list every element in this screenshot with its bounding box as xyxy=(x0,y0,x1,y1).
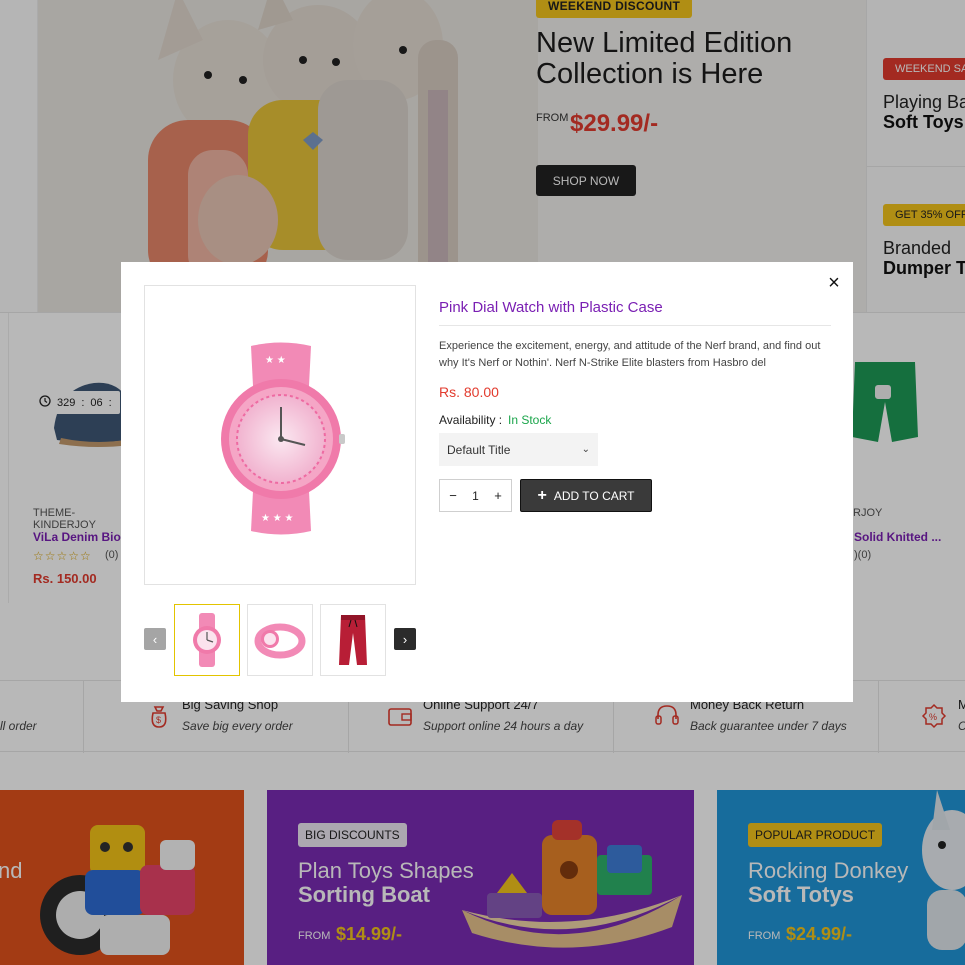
thumbnail-watch-front[interactable] xyxy=(174,604,240,676)
quantity-decrease-button[interactable]: − xyxy=(446,488,460,503)
thumbnail-watch-side[interactable] xyxy=(247,604,313,676)
thumbnail-next-button[interactable]: › xyxy=(394,628,416,650)
quantity-increase-button[interactable]: + xyxy=(491,488,505,503)
variant-select[interactable]: Default Title ⌄ xyxy=(439,433,598,466)
add-to-cart-button[interactable]: + ADD TO CART xyxy=(520,479,652,512)
svg-text:★ ★ ★: ★ ★ ★ xyxy=(261,513,293,524)
close-icon[interactable]: × xyxy=(823,272,845,294)
chevron-down-icon: ⌄ xyxy=(581,444,590,455)
svg-text:★ ★: ★ ★ xyxy=(265,355,286,366)
quick-view-modal: × ★ ★ ★ ★ ★ ‹ › Pink Dial Watch with Pla… xyxy=(121,262,853,702)
product-title: Pink Dial Watch with Plastic Case xyxy=(439,299,663,316)
availability-status: In Stock xyxy=(508,413,552,427)
watch-side-thumbnail-image xyxy=(254,623,306,659)
watch-thumbnail-image xyxy=(193,613,221,667)
quantity-value[interactable]: 1 xyxy=(472,489,479,503)
plus-icon: + xyxy=(537,486,547,504)
availability-label: Availability : xyxy=(439,413,503,427)
variant-selected-value: Default Title xyxy=(447,442,511,457)
product-description: Experience the excitement, energy, and a… xyxy=(439,340,821,369)
add-to-cart-label: ADD TO CART xyxy=(553,488,635,503)
thumbnail-prev-button[interactable]: ‹ xyxy=(144,628,166,650)
watch-image: ★ ★ ★ ★ ★ xyxy=(221,342,345,535)
product-main-image[interactable]: ★ ★ ★ ★ ★ xyxy=(144,285,416,585)
thumbnail-pants[interactable] xyxy=(320,604,386,676)
pants-thumbnail-image xyxy=(339,615,367,665)
quantity-stepper: − 1 + xyxy=(439,479,512,512)
product-price: Rs. 80.00 xyxy=(439,384,499,400)
divider xyxy=(439,325,831,326)
